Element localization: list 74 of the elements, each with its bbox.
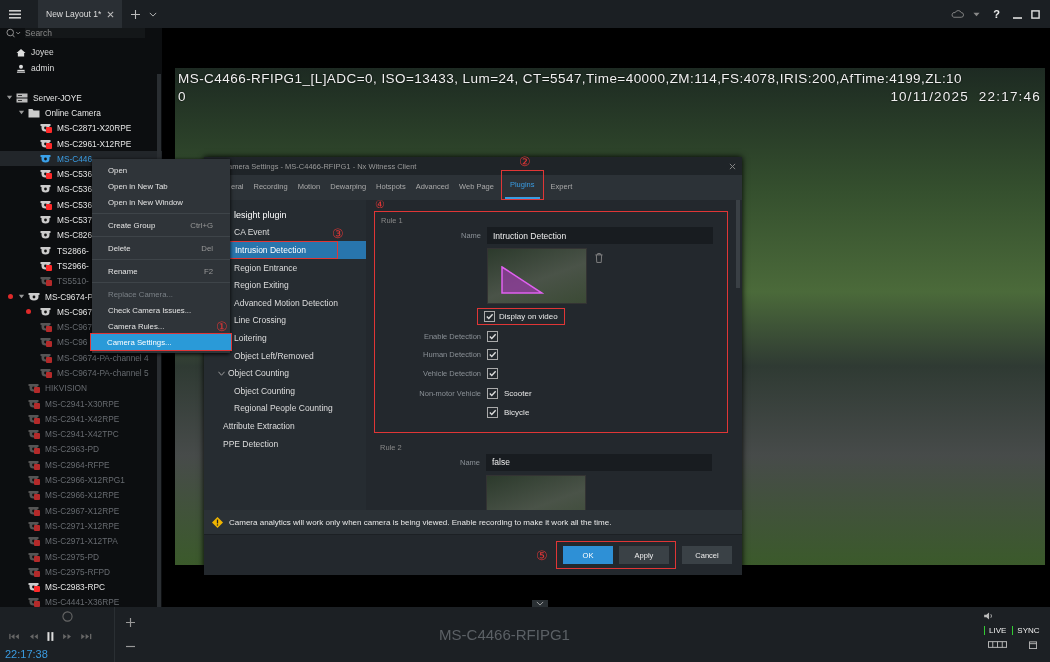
tree-item[interactable]: Server-JOYE (0, 90, 162, 106)
name-field[interactable]: false (486, 453, 712, 471)
close-icon[interactable] (729, 162, 736, 170)
skip-back-icon[interactable] (9, 632, 20, 640)
playback-time: 22:17:38 (5, 648, 49, 660)
checkbox[interactable] (487, 388, 498, 400)
checkbox[interactable] (487, 367, 498, 379)
help-button[interactable]: ? (993, 8, 1000, 20)
plugin-item[interactable]: Attribute Extraction (204, 417, 366, 435)
close-icon[interactable] (107, 10, 115, 18)
step-marker: ① (216, 320, 228, 333)
plugin-item[interactable]: Object Counting (204, 381, 366, 400)
folder-icon (28, 107, 40, 118)
menu-icon[interactable] (9, 9, 21, 19)
step-marker: ③ (332, 227, 344, 241)
region-preview-placeholder[interactable] (487, 248, 587, 304)
fast-forward-icon[interactable] (63, 632, 72, 640)
pause-icon[interactable] (47, 631, 54, 641)
zoom-in-icon[interactable] (125, 618, 135, 628)
step-marker: ② (518, 155, 531, 168)
trash-icon[interactable] (595, 253, 603, 263)
plugin-title: lesight plugin (233, 208, 288, 222)
calendar-icon[interactable] (1029, 641, 1037, 649)
server-icon (16, 92, 28, 103)
plugin-group[interactable]: Object Counting (204, 364, 366, 382)
caret-icon[interactable] (18, 293, 25, 300)
volume-icon[interactable] (984, 612, 995, 620)
warning-icon (212, 516, 223, 528)
camera-group-icon (28, 291, 40, 302)
video-overlay-text: 0 (178, 89, 187, 104)
rewind-icon[interactable] (29, 632, 38, 640)
layout-tab[interactable]: New Layout 1* (38, 0, 123, 28)
caret-icon[interactable] (218, 370, 225, 376)
checkbox[interactable] (487, 330, 498, 342)
cloud-icon[interactable] (951, 10, 965, 18)
tree-item[interactable]: MS-C2961-X12RPE (0, 135, 162, 152)
region-triangle (500, 266, 544, 294)
plus-icon[interactable] (131, 9, 141, 19)
checkbox-label: Scooter (504, 389, 532, 399)
sync-button[interactable]: SYNC (1012, 626, 1040, 635)
account-item[interactable]: admin (16, 60, 162, 76)
skip-forward-icon[interactable] (81, 632, 92, 640)
tree-item[interactable]: MS-C2983-RPC (0, 579, 162, 595)
caret-icon[interactable] (18, 109, 25, 117)
checkbox[interactable] (487, 349, 498, 361)
video-overlay-text: MS-C4466-RFIPG1_[L]ADC=0, ISO=13433, Lum=24, CT=5547,Time=40000,ZM:114,FS:4078,IRIS:200,AfTime:4199,ZL:10 (178, 71, 963, 86)
home-icon (16, 47, 26, 57)
live-button[interactable]: LIVE (984, 626, 1007, 635)
tree-item[interactable]: MS-C2871-X20RPE (0, 120, 162, 136)
video-timestamp: 10/11/2025 22:17:46 (890, 89, 1041, 104)
step-marker: ④ (375, 199, 385, 210)
user-icon (16, 63, 26, 73)
caret-icon[interactable] (149, 11, 158, 17)
step-marker: ⑤ (536, 548, 548, 562)
plugin-item[interactable]: Regional People Counting (204, 399, 366, 418)
timeline-handle[interactable] (62, 611, 73, 622)
maximize-icon[interactable] (1031, 9, 1040, 19)
checkbox[interactable] (484, 311, 495, 322)
caret-icon[interactable] (6, 94, 13, 102)
account-item[interactable]: Joyee (16, 44, 162, 60)
caret-icon[interactable] (973, 11, 981, 17)
collapse-button[interactable] (532, 600, 548, 607)
checkbox[interactable] (487, 406, 498, 418)
plugin-item[interactable]: PPE Detection (204, 434, 366, 453)
tree-item[interactable]: Online Camera (0, 105, 162, 121)
layout-grid-icon[interactable] (988, 641, 1007, 648)
checkbox-label: Bicycle (504, 407, 530, 417)
search-icon[interactable] (6, 28, 21, 38)
search-field[interactable]: Search (25, 28, 145, 38)
plugin-group-label[interactable]: Object Counting (228, 368, 289, 379)
checkbox-label: Display on video (499, 312, 558, 321)
camera-name: MS-C4466-RFIPG1 (439, 626, 570, 643)
name-field[interactable]: Intruction Detection (487, 227, 713, 244)
warning-message: Camera analytics will work only when camera is being viewed. Enable recording to make it work all the time. (229, 517, 612, 527)
